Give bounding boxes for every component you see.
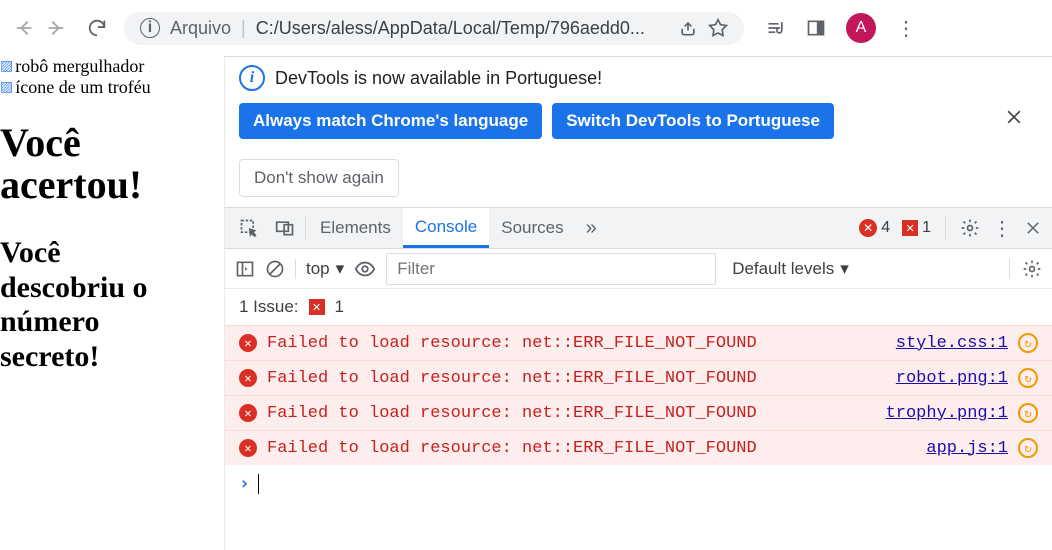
info-icon: i [239,65,265,91]
console-error-row[interactable]: ✕ Failed to load resource: net::ERR_FILE… [225,360,1052,395]
error-icon: ✕ [239,334,257,352]
log-levels-select[interactable]: Default levels ▾ [732,259,849,279]
error-source-link[interactable]: style.css:1 [896,334,1008,353]
tab-elements[interactable]: Elements [308,208,403,248]
browser-toolbar: i Arquivo | C:/Users/aless/AppData/Local… [0,0,1052,56]
switch-language-button[interactable]: Switch DevTools to Portuguese [552,103,834,139]
error-source-link[interactable]: app.js:1 [926,439,1008,458]
bookmark-star-icon[interactable] [708,18,728,38]
broken-image-alt: robô mergulhador [15,56,144,77]
webpage-content: ▨ robô mergulhador ▨ ícone de um troféu … [0,56,224,550]
clear-console-icon[interactable] [265,259,285,279]
error-source-link[interactable]: robot.png:1 [896,369,1008,388]
dismiss-button[interactable]: Don't show again [239,159,399,197]
devtools-tabbar: Elements Console Sources » ✕ 4 ✕ 1 ⋮ [225,207,1052,249]
console-log-list: ✕ Failed to load resource: net::ERR_FILE… [225,325,1052,465]
share-icon[interactable] [678,18,698,38]
navigation-indicator-icon: ↻ [1018,333,1038,353]
close-icon[interactable] [996,103,1032,131]
always-match-button[interactable]: Always match Chrome's language [239,103,542,139]
reload-icon[interactable] [86,17,108,39]
devtools-menu-icon[interactable]: ⋮ [992,216,1012,241]
navigation-indicator-icon: ↻ [1018,368,1038,388]
console-error-row[interactable]: ✕ Failed to load resource: net::ERR_FILE… [225,395,1052,430]
language-banner: i DevTools is now available in Portugues… [225,57,1052,207]
error-badge[interactable]: ✕ 4 [859,219,890,237]
navigation-indicator-icon: ↻ [1018,403,1038,423]
console-prompt[interactable]: › [225,465,1052,502]
issues-summary[interactable]: 1 Issue: ✕ 1 [225,289,1052,325]
error-circle-icon: ✕ [859,219,877,237]
nav-forward-icon[interactable] [44,17,66,39]
prompt-chevron-icon: › [239,473,250,494]
error-source-link[interactable]: trophy.png:1 [886,404,1008,423]
console-sidebar-toggle-icon[interactable] [235,259,255,279]
issue-square-icon: ✕ [902,220,918,236]
console-error-row[interactable]: ✕ Failed to load resource: net::ERR_FILE… [225,430,1052,465]
settings-gear-icon[interactable] [960,218,980,238]
media-controls-icon[interactable] [766,18,786,38]
broken-image-2: ▨ ícone de um troféu [0,77,224,98]
broken-image-alt: ícone de um troféu [15,77,150,98]
chevron-down-icon: ▾ [336,259,345,279]
devtools-close-icon[interactable] [1024,219,1042,237]
live-expression-icon[interactable] [354,258,376,280]
device-toolbar-icon[interactable] [267,208,303,248]
url-text: C:/Users/aless/AppData/Local/Temp/796aed… [256,18,645,39]
issues-badge[interactable]: ✕ 1 [902,219,931,237]
console-error-row[interactable]: ✕ Failed to load resource: net::ERR_FILE… [225,325,1052,360]
error-icon: ✕ [239,369,257,387]
more-tabs-icon[interactable]: » [576,217,604,240]
page-subheading: Vocêdescobriu onúmerosecreto! [0,236,224,374]
banner-message: DevTools is now available in Portuguese! [275,68,602,89]
browser-menu-icon[interactable]: ⋮ [896,16,916,41]
issue-square-icon: ✕ [309,299,325,315]
profile-avatar[interactable]: A [846,13,876,43]
broken-image-icon: ▨ [0,79,13,96]
error-icon: ✕ [239,404,257,422]
console-filter-input[interactable] [386,253,716,285]
navigation-indicator-icon: ↻ [1018,438,1038,458]
chevron-down-icon: ▾ [840,259,849,279]
tab-sources[interactable]: Sources [489,208,575,248]
address-bar[interactable]: i Arquivo | C:/Users/aless/AppData/Local… [124,12,744,45]
sidepanel-icon[interactable] [806,18,826,38]
page-heading: Vocêacertou! [0,122,224,206]
site-info-icon[interactable]: i [140,18,160,38]
toolbar-right-icons: A ⋮ [766,13,916,43]
console-settings-icon[interactable] [1009,259,1042,279]
url-scheme-label: Arquivo [170,18,231,39]
devtools-panel: i DevTools is now available in Portugues… [224,56,1052,550]
error-icon: ✕ [239,439,257,457]
text-caret [258,474,259,494]
console-toolbar: top ▾ Default levels ▾ [225,249,1052,289]
inspect-element-icon[interactable] [231,208,267,248]
broken-image-icon: ▨ [0,58,13,75]
tab-console[interactable]: Console [403,208,489,248]
execution-context-select[interactable]: top ▾ [295,259,344,279]
nav-back-icon[interactable] [14,17,36,39]
broken-image-1: ▨ robô mergulhador [0,56,224,77]
url-divider: | [241,18,246,39]
